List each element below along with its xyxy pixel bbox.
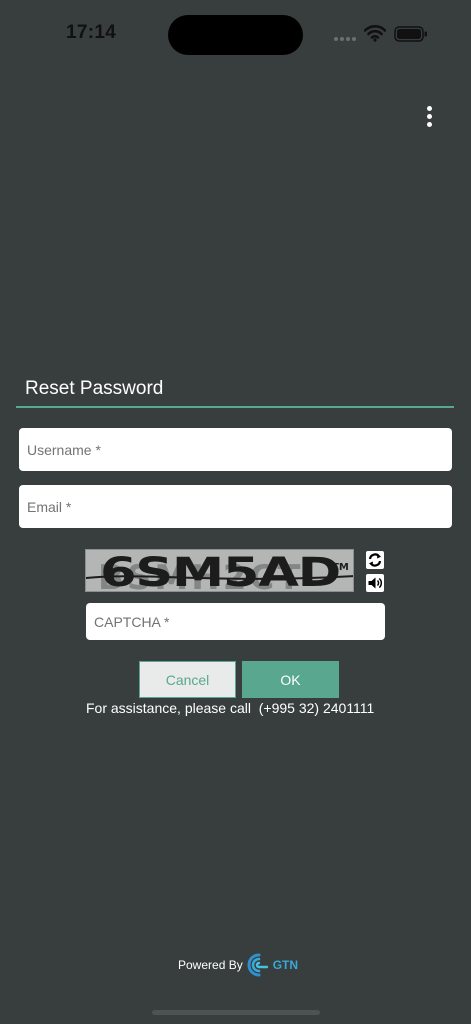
cellular-signal-icon bbox=[334, 37, 358, 43]
assistance-text: For assistance, please call (+995 32) 24… bbox=[86, 700, 375, 716]
captcha-code: 6SM5AD bbox=[100, 550, 340, 592]
powered-by-label: Powered By bbox=[178, 958, 243, 972]
captcha-image: BSMH2CT 6SM5AD TM bbox=[85, 549, 354, 592]
speaker-icon[interactable] bbox=[366, 574, 384, 592]
title-underline bbox=[16, 406, 454, 408]
home-indicator bbox=[152, 1010, 320, 1015]
username-field[interactable] bbox=[19, 428, 452, 471]
brand-name: GTN bbox=[272, 958, 299, 972]
wifi-icon bbox=[364, 25, 386, 42]
gtn-logo-icon bbox=[247, 953, 268, 977]
captcha-field[interactable] bbox=[86, 603, 385, 640]
email-field[interactable] bbox=[19, 485, 452, 528]
svg-text:TM: TM bbox=[332, 562, 349, 573]
kebab-menu-icon[interactable] bbox=[418, 104, 442, 130]
refresh-icon[interactable] bbox=[366, 551, 384, 569]
ok-button[interactable]: OK bbox=[242, 661, 339, 698]
dynamic-island bbox=[168, 15, 303, 55]
status-bar: 17:14 bbox=[0, 0, 471, 60]
cancel-button[interactable]: Cancel bbox=[139, 661, 236, 698]
footer: Powered By GTN bbox=[178, 952, 298, 978]
page-title: Reset Password bbox=[25, 378, 164, 399]
battery-icon bbox=[394, 26, 427, 42]
status-time: 17:14 bbox=[66, 22, 117, 43]
